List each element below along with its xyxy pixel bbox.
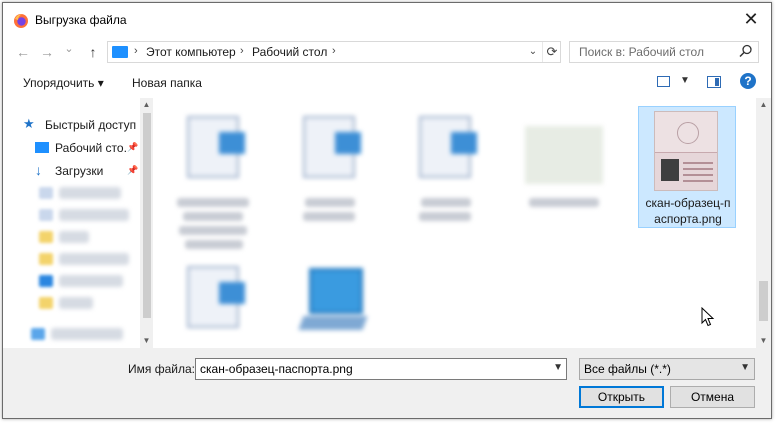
blurred-pc-icon [31,328,45,340]
breadcrumb-separator: › [332,45,336,57]
breadcrumb-separator: › [240,45,244,57]
breadcrumb-this-pc[interactable]: Этот компьютер [146,45,236,59]
sidebar-item-label: Быстрый доступ [45,118,137,132]
blurred-file-label [177,198,249,207]
download-icon: ↓ [35,162,42,178]
file-type-select[interactable]: Все файлы (*.*) ▼ [579,358,755,380]
blurred-file-label [183,212,243,221]
file-item[interactable] [281,258,377,348]
scrollbar-thumb[interactable] [143,113,151,318]
document-icon [187,116,245,178]
scrollbar-thumb[interactable] [759,281,768,321]
blurred-folder-icon [39,209,53,221]
chevron-down-icon[interactable]: ▼ [680,75,690,86]
file-list-scrollbar[interactable]: ▲ ▼ [756,98,771,348]
sidebar-item-label: Загрузки [55,164,104,178]
blurred-file-label [179,226,247,235]
dialog-title: Выгрузка файла [35,13,127,27]
blurred-file-label [529,198,599,207]
scroll-down-icon[interactable]: ▼ [140,336,153,345]
help-icon[interactable]: ? [740,73,756,89]
navigation-pane: ★ Быстрый доступ Рабочий сто. 📌 ↓ Загруз… [3,98,153,348]
pin-icon: 📌 [127,165,139,175]
search-placeholder: Поиск в: Рабочий стол [579,45,704,59]
document-icon [419,116,477,178]
blurred-folder-icon [39,231,53,243]
blurred-file-label [305,198,355,207]
sidebar-item-quick-access[interactable]: ★ Быстрый доступ [23,116,137,136]
recent-locations-button[interactable]: ⌄ [61,42,77,55]
file-type-value: Все файлы (*.*) [584,362,671,376]
image-thumbnail-icon [525,126,603,184]
blurred-sidebar-item[interactable] [59,231,89,243]
sidebar-scrollbar[interactable]: ▲ ▼ [140,98,153,348]
new-folder-button[interactable]: Новая папка [132,76,202,90]
dialog-footer: Имя файла: скан-образец-паспорта.png ▼ В… [3,348,771,418]
blurred-cloud-icon [39,275,53,287]
blurred-sidebar-item[interactable] [59,297,93,309]
filename-value: скан-образец-паспорта.png [200,362,353,376]
file-item[interactable] [397,98,493,228]
blurred-folder-icon [39,253,53,265]
file-item[interactable] [281,98,377,228]
scroll-down-icon[interactable]: ▼ [756,336,771,345]
blurred-sidebar-item[interactable] [59,209,129,221]
star-icon: ★ [23,116,35,131]
desktop-icon [35,142,49,153]
selected-file-item[interactable]: скан-образец-п аспорта.png [638,106,736,228]
scroll-up-icon[interactable]: ▲ [140,100,153,109]
forward-button[interactable]: → [39,44,55,60]
sidebar-item-desktop[interactable]: Рабочий сто. 📌 [35,139,147,159]
address-bar[interactable]: › Этот компьютер › Рабочий стол › ⌄ ⟳ [107,41,561,63]
up-button[interactable]: ↑ [85,44,101,60]
mouse-cursor-icon [701,307,715,327]
pin-icon: 📌 [127,142,139,152]
blurred-sidebar-item[interactable] [59,253,129,265]
passport-thumbnail [654,111,718,191]
breadcrumb-desktop[interactable]: Рабочий стол [252,45,327,59]
blurred-sidebar-item[interactable] [51,328,123,340]
file-item[interactable] [165,98,261,249]
blurred-file-label [421,198,471,207]
sidebar-item-label: Рабочий сто. [55,141,127,155]
computer-icon [112,46,128,58]
blurred-sidebar-item[interactable] [59,275,123,287]
close-button[interactable]: ✕ [731,3,771,36]
command-bar: Упорядочить ▾ Новая папка ▼ ? [3,68,771,98]
file-item[interactable] [513,98,609,228]
document-icon [187,266,245,328]
organize-button[interactable]: Упорядочить ▾ [23,76,104,90]
search-icon [739,44,752,58]
file-dialog: Выгрузка файла ✕ ← → ⌄ ↑ › Этот компьюте… [2,2,772,419]
view-options-icon[interactable] [657,76,670,87]
open-button[interactable]: Открыть [579,386,664,408]
blurred-sidebar-item[interactable] [59,187,121,199]
scroll-up-icon[interactable]: ▲ [756,100,771,109]
document-icon [303,116,361,178]
preview-pane-icon[interactable] [707,76,721,88]
computer-icon [298,268,368,338]
file-list: скан-образец-п аспорта.png [153,98,756,348]
navigation-bar: ← → ⌄ ↑ › Этот компьютер › Рабочий стол … [3,36,771,68]
title-bar: Выгрузка файла ✕ [3,3,771,36]
sidebar-item-downloads[interactable]: ↓ Загрузки 📌 [35,162,147,182]
chevron-down-icon[interactable]: ▼ [553,362,563,373]
file-name-label: скан-образец-п аспорта.png [645,196,731,226]
blurred-folder-icon [39,187,53,199]
blurred-file-label [303,212,355,221]
file-item[interactable] [165,248,261,348]
address-dropdown-button[interactable]: ⌄ [524,42,542,62]
refresh-button[interactable]: ⟳ [542,42,561,62]
cancel-button[interactable]: Отмена [670,386,755,408]
blurred-folder-icon [39,297,53,309]
chevron-down-icon: ▼ [740,362,750,373]
breadcrumb-separator: › [134,45,138,57]
blurred-file-label [419,212,471,221]
firefox-icon [14,14,28,28]
filename-input[interactable]: скан-образец-паспорта.png ▼ [195,358,567,380]
search-box[interactable]: Поиск в: Рабочий стол [569,41,759,63]
filename-label: Имя файла: [128,362,195,376]
back-button[interactable]: ← [15,44,31,60]
